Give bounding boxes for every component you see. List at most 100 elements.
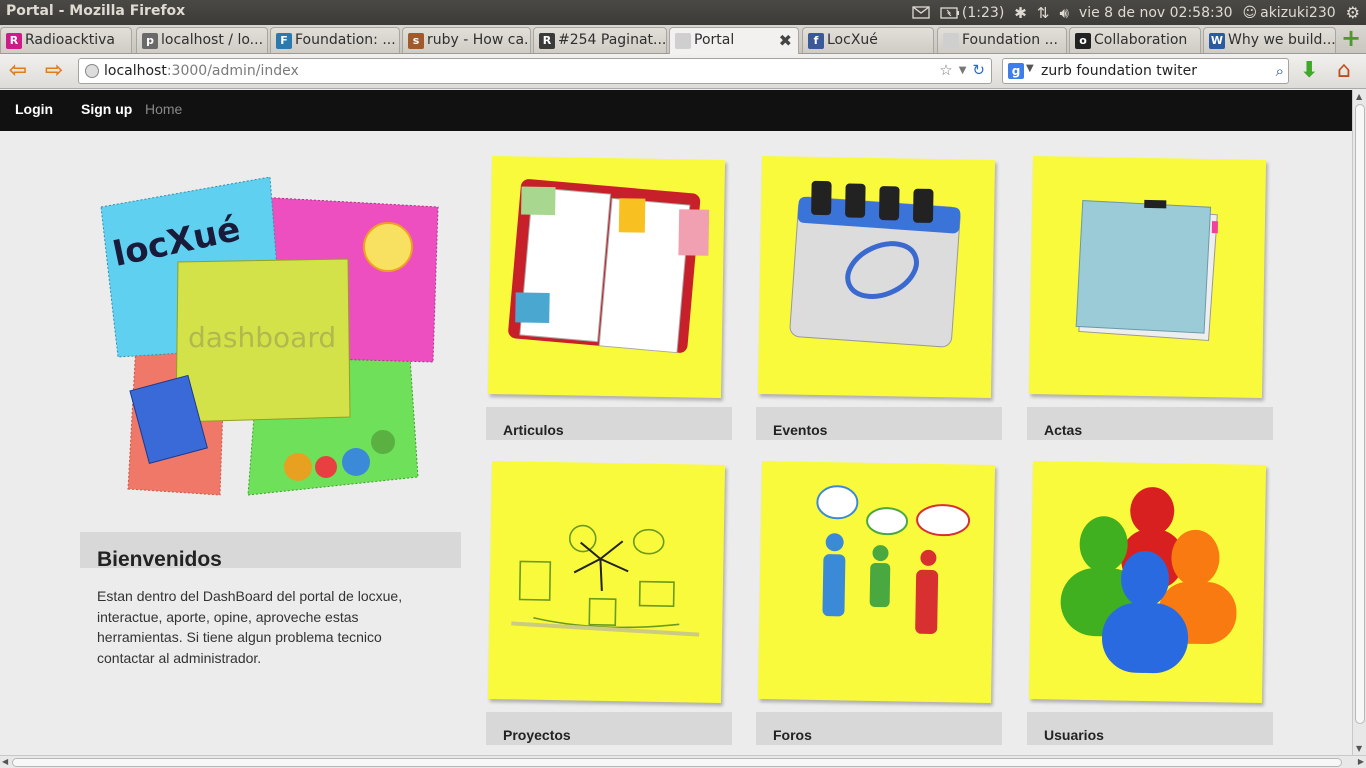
user-menu[interactable]: ☺ akizuki230 [1243,5,1336,21]
tab-favicon-icon [675,33,691,49]
tab-label: Collaboration [1094,32,1188,48]
welcome-panel: Bienvenidos Estan dentro del DashBoard d… [80,532,461,668]
tab-label: Foundation: ... [295,32,396,48]
scroll-left-icon[interactable]: ◀ [2,757,8,766]
tab-favicon-icon: o [1075,33,1091,49]
browser-tab[interactable]: p localhost / lo... [136,27,268,53]
sticky-note [757,460,996,704]
scroll-right-icon[interactable]: ▶ [1358,757,1364,766]
site-identity-icon[interactable] [85,64,99,78]
tab-favicon-icon: R [539,33,555,49]
user-name: akizuki230 [1260,4,1336,21]
notebook-icon [508,179,710,354]
users-icon [1060,487,1237,674]
window-title: Portal - Mozilla Firefox [6,3,186,19]
calendar-icon [789,180,961,348]
back-button[interactable]: ⇦ [5,59,31,85]
reload-icon[interactable]: ↻ [972,61,985,79]
tab-label: localhost / lo... [161,32,264,48]
horizontal-scrollbar[interactable]: ◀ ▶ [0,755,1366,768]
sketch-flow-icon [511,524,700,637]
browser-tab[interactable]: f LocXué [802,27,934,53]
scroll-up-icon[interactable]: ▲ [1356,92,1362,101]
sticky-note [1028,460,1267,704]
network-icon[interactable]: ⇅ [1037,4,1050,22]
browser-tab-strip: R Radioacktiva p localhost / lo... F Foundati… [0,25,1366,54]
sticky-note [1028,155,1267,399]
people-chat-icon [816,485,971,634]
tab-favicon-icon: s [408,33,424,49]
tile-label[interactable]: Foros [756,712,1002,745]
tile-label[interactable]: Actas [1027,407,1273,440]
folder-icon [1075,199,1218,342]
tile-label[interactable]: Usuarios [1027,712,1273,745]
search-bar[interactable]: g ▼ zurb foundation twiter ⌕ [1002,58,1289,84]
welcome-text: Estan dentro del DashBoard del portal de… [97,588,403,666]
search-query: zurb foundation twiter [1041,63,1197,79]
browser-tab[interactable]: W Why we build... [1203,27,1336,53]
system-tray: (1:23) ✱ ⇅ 🔊︎ vie 8 de nov 02:58:30 ☺ ak… [912,0,1366,25]
login-link[interactable]: Login [15,101,53,117]
download-icon[interactable]: ⬇ [1300,58,1318,83]
tab-favicon-icon: R [6,33,22,49]
url-bar[interactable]: localhost:3000/admin/index ☆ ▼ ↻ [78,58,992,84]
home-icon[interactable]: ⌂ [1337,58,1351,83]
volume-icon[interactable]: 🔊︎ [1059,4,1068,22]
browser-nav-bar: ⇦ ⇨ localhost:3000/admin/index ☆ ▼ ↻ g ▼… [0,54,1366,89]
dashboard-collage: locXué dashboard [98,176,443,507]
horizontal-scroll-thumb[interactable] [12,758,1342,767]
settings-gear-icon[interactable]: ⚙ [1346,3,1360,22]
bluetooth-icon[interactable]: ✱ [1014,4,1027,22]
user-icon: ☺ [1242,4,1258,21]
home-link[interactable]: Home [145,101,182,117]
tab-label: ruby - How ca... [427,32,531,48]
tile-label[interactable]: Eventos [756,407,1002,440]
vertical-scrollbar[interactable]: ▲ ▼ [1352,90,1366,755]
bookmark-star-icon[interactable]: ☆ [939,61,952,79]
tab-favicon-icon [943,33,959,49]
tab-favicon-icon: f [808,33,824,49]
browser-tab[interactable]: R Radioacktiva [0,27,132,53]
browser-tab[interactable]: F Foundation: ... [270,27,400,53]
tab-label: #254 Paginat... [558,32,667,48]
collage-image: locXué dashboard [100,176,439,496]
scroll-down-icon[interactable]: ▼ [1356,744,1362,753]
browser-tab[interactable]: Portal ✖ [669,27,799,54]
tab-label: LocXué [827,32,878,48]
tab-label: Why we build... [1228,32,1336,48]
google-engine-icon[interactable]: g [1008,63,1024,79]
browser-tab[interactable]: s ruby - How ca... [402,27,531,53]
browser-tab[interactable]: Foundation ... [937,27,1067,53]
signup-link[interactable]: Sign up [81,101,132,117]
vertical-scroll-thumb[interactable] [1355,104,1365,724]
tab-label: Radioacktiva [25,32,115,48]
tab-label: Portal [694,32,735,48]
mail-icon[interactable] [912,6,930,19]
sticky-note [757,155,996,399]
os-top-panel: Portal - Mozilla Firefox (1:23) ✱ ⇅ 🔊︎ v… [0,0,1366,25]
site-top-bar: Login Sign up Home [0,90,1352,131]
url-path: :3000/admin/index [166,63,299,79]
clock[interactable]: vie 8 de nov 02:58:30 [1079,5,1233,21]
tab-favicon-icon: F [276,33,292,49]
new-tab-button[interactable]: + [1340,26,1362,50]
tab-favicon-icon: p [142,33,158,49]
battery-time: (1:23) [961,4,1005,21]
history-dropdown-icon[interactable]: ▼ [959,61,967,79]
search-icon[interactable]: ⌕ [1276,62,1284,80]
tab-close-icon[interactable]: ✖ [779,31,792,50]
collage-dashboard: dashboard [188,321,336,354]
sticky-note [487,460,726,704]
tab-label: Foundation ... [962,32,1058,48]
web-page: Login Sign up Home locXué dashboard Bien… [0,90,1352,755]
tile-label[interactable]: Proyectos [486,712,732,745]
browser-tab[interactable]: o Collaboration [1069,27,1201,53]
url-host: localhost [104,63,167,79]
battery-icon[interactable]: (1:23) [940,5,1004,21]
engine-dropdown-icon[interactable]: ▼ [1026,63,1034,74]
forward-button[interactable]: ⇨ [41,59,67,85]
tile-label[interactable]: Articulos [486,407,732,440]
tab-favicon-icon: W [1209,33,1225,49]
browser-tab[interactable]: R #254 Paginat... [533,27,667,53]
sticky-note [487,155,726,399]
